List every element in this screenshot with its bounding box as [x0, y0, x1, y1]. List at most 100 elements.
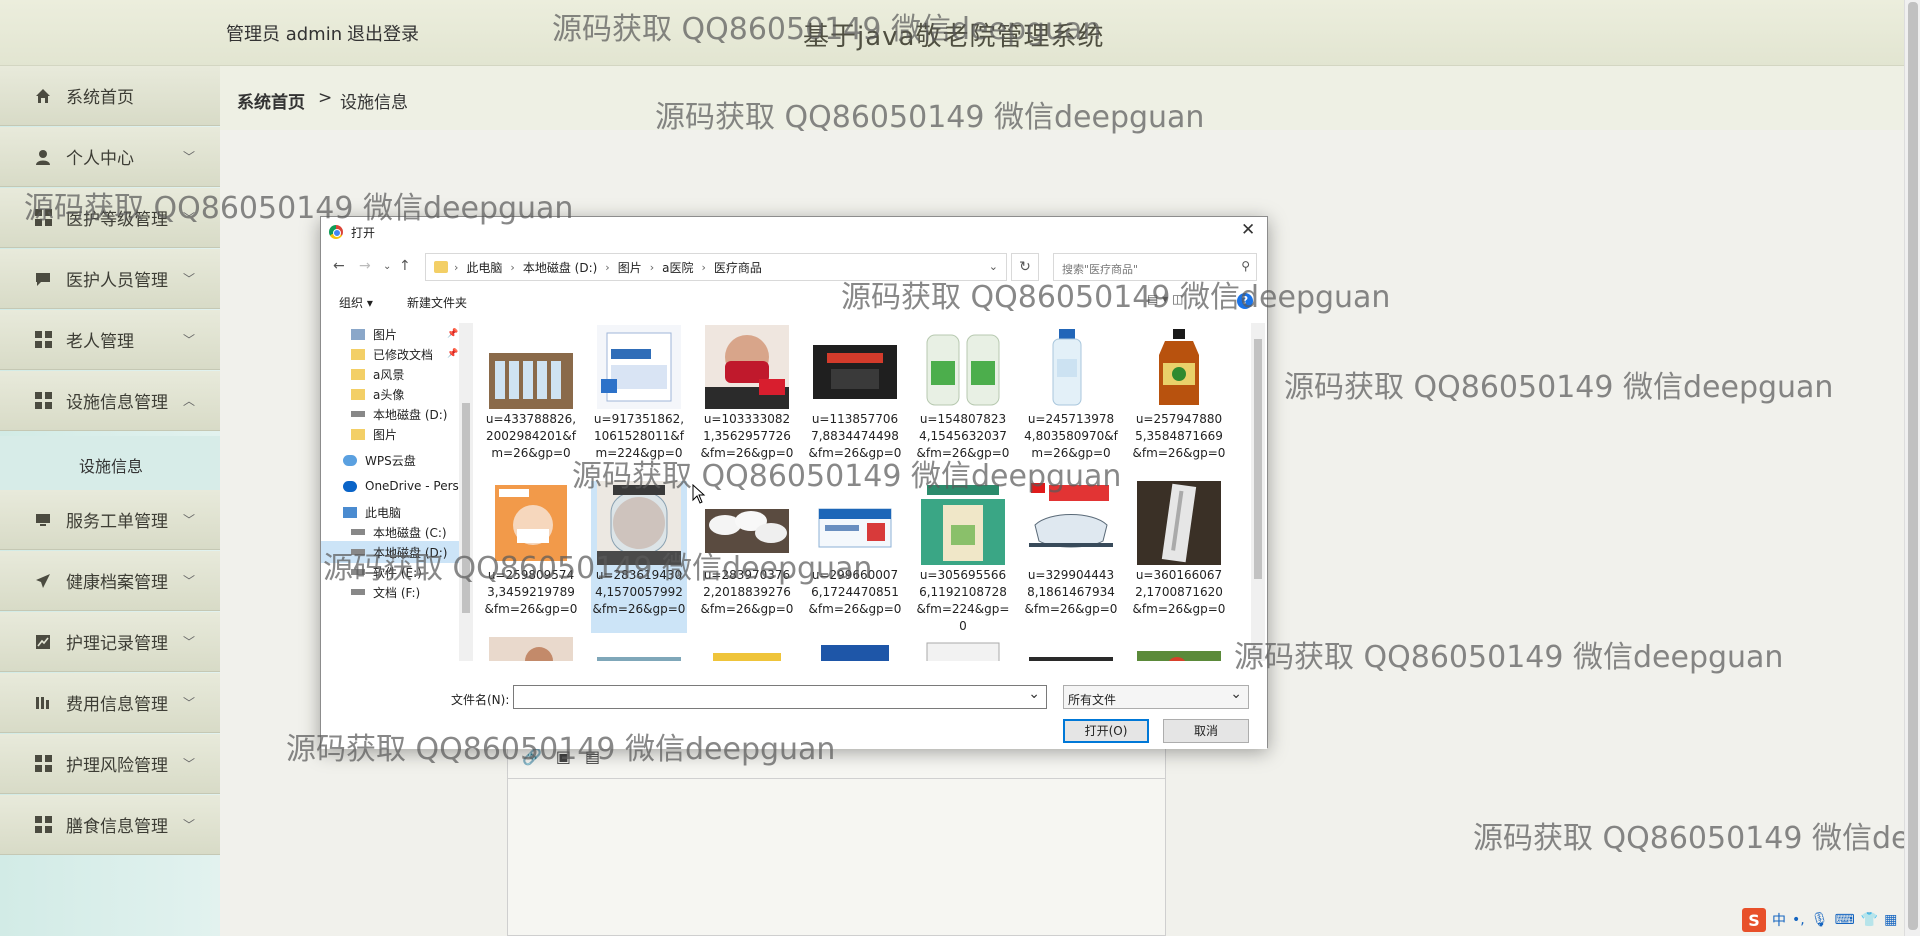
- file-item[interactable]: u=917351862,1061528011&fm=224&gp=0: [591, 325, 687, 477]
- punctuation-icon[interactable]: •,: [1792, 912, 1805, 928]
- ime-mode[interactable]: 中: [1772, 910, 1786, 930]
- logout-link[interactable]: 退出登录: [347, 20, 419, 46]
- file-thumbnail: [489, 481, 573, 565]
- path-segment[interactable]: 本地磁盘 (D:): [523, 259, 597, 276]
- nav-item-folder[interactable]: a风景: [321, 363, 461, 385]
- sidebar-item-elderly[interactable]: 老人管理 ﹀: [0, 310, 220, 370]
- file-item[interactable]: u=3601660672,1700871620&fm=26&gp=0: [1131, 481, 1227, 633]
- open-button[interactable]: 打开(O): [1063, 719, 1149, 743]
- image-icon[interactable]: ▣: [556, 747, 571, 766]
- nav-item-modified-docs[interactable]: 已修改文档 📌: [321, 343, 461, 365]
- video-icon[interactable]: ▤: [585, 747, 600, 766]
- file-item[interactable]: u=3056955666,1192108728&fm=224&gp=0: [915, 481, 1011, 633]
- search-box[interactable]: 搜索"医疗商品" ⚲: [1053, 253, 1257, 281]
- file-thumbnail: [921, 637, 1005, 661]
- nav-pane-scrollbar[interactable]: [459, 323, 473, 661]
- file-thumbnail: [705, 325, 789, 409]
- dialog-titlebar[interactable]: 打开 ✕: [321, 217, 1267, 247]
- sidebar-item-service-order[interactable]: 服务工单管理 ﹀: [0, 490, 220, 550]
- nav-item-drive-c[interactable]: 本地磁盘 (C:): [321, 521, 461, 543]
- organize-button[interactable]: 组织 ▾: [339, 294, 373, 311]
- sidebar-item-fees[interactable]: 费用信息管理 ﹀: [0, 673, 220, 733]
- file-item[interactable]: [915, 637, 1011, 661]
- sidebar-item-care-record[interactable]: 护理记录管理 ﹀: [0, 612, 220, 672]
- rich-text-editor[interactable]: 🔗 ▣ ▤: [507, 734, 1166, 936]
- grid-icon: [34, 755, 52, 773]
- sidebar-item-meals[interactable]: 膳食信息管理 ﹀: [0, 795, 220, 855]
- sidebar-item-care-risk[interactable]: 护理风险管理 ﹀: [0, 734, 220, 794]
- dialog-title: 打开: [351, 226, 376, 240]
- file-item[interactable]: u=2457139784,803580970&fm=26&gp=0: [1023, 325, 1119, 477]
- cancel-button[interactable]: 取消: [1163, 719, 1249, 743]
- nav-item-pictures[interactable]: 图片: [321, 423, 461, 445]
- file-thumbnail: [597, 325, 681, 409]
- file-item[interactable]: u=2836194304,1570057992&fm=26&gp=0: [591, 481, 687, 633]
- nav-item-this-pc[interactable]: 此电脑: [321, 501, 461, 523]
- nav-item-drive-d[interactable]: 本地磁盘 (D:): [321, 403, 461, 425]
- sidebar-subitem-facility-info[interactable]: 设施信息: [0, 436, 220, 490]
- view-options-icon[interactable]: ▤ ▾ ◫: [1147, 292, 1183, 306]
- file-thumbnail: [1029, 325, 1113, 409]
- file-item[interactable]: [807, 637, 903, 661]
- forward-arrow-icon[interactable]: →: [359, 258, 371, 274]
- file-item[interactable]: u=433788826,2002984201&fm=26&gp=0: [483, 325, 579, 477]
- refresh-button[interactable]: ↻: [1011, 253, 1039, 281]
- close-icon[interactable]: ✕: [1241, 220, 1255, 240]
- nav-item-onedrive[interactable]: OneDrive - Pers: [321, 475, 461, 497]
- microphone-icon[interactable]: 🎙: [1811, 912, 1829, 928]
- keyboard-icon[interactable]: ⌨: [1835, 912, 1855, 928]
- nav-item-drive-d[interactable]: 本地磁盘 (D:): [321, 541, 461, 563]
- path-segment[interactable]: 图片: [618, 259, 642, 276]
- sidebar-item-home[interactable]: 系统首页: [0, 66, 220, 126]
- scrollbar-thumb[interactable]: [1908, 2, 1918, 930]
- new-folder-button[interactable]: 新建文件夹: [407, 294, 467, 311]
- file-item[interactable]: u=3299044438,1861467934&fm=26&gp=0: [1023, 481, 1119, 633]
- nav-item-drive-f[interactable]: 文档 (F:): [321, 581, 461, 603]
- sidebar-item-profile[interactable]: 个人中心 ﹀: [0, 127, 220, 187]
- path-segment[interactable]: a医院: [662, 259, 693, 276]
- file-item[interactable]: [699, 637, 795, 661]
- file-item[interactable]: [483, 637, 579, 661]
- page-scrollbar[interactable]: [1904, 0, 1920, 936]
- path-segment[interactable]: 医疗商品: [714, 259, 762, 276]
- file-item[interactable]: [591, 637, 687, 661]
- sidebar-item-staff[interactable]: 医护人员管理 ﹀: [0, 249, 220, 309]
- file-item[interactable]: u=1033330821,3562957726&fm=26&gp=0: [699, 325, 795, 477]
- sidebar-item-facility[interactable]: 设施信息管理 ︿: [0, 371, 220, 431]
- file-name: u=2598095743,3459219789&fm=26&gp=0: [484, 568, 578, 616]
- nav-item-folder[interactable]: a头像: [321, 383, 461, 405]
- nav-item-drive-e[interactable]: 软件 (E:): [321, 561, 461, 583]
- file-item[interactable]: u=2996600076,1724470851&fm=26&gp=0: [807, 481, 903, 633]
- link-icon[interactable]: 🔗: [522, 747, 542, 766]
- path-segment[interactable]: 此电脑: [466, 259, 502, 276]
- address-bar[interactable]: › 此电脑 › 本地磁盘 (D:) › 图片 › a医院 › 医疗商品 ⌄: [425, 253, 1007, 281]
- monitor-icon: [34, 511, 52, 529]
- filetype-select[interactable]: 所有文件: [1063, 685, 1249, 709]
- file-item[interactable]: [1023, 637, 1119, 661]
- file-item[interactable]: u=1548078234,1545632037&fm=26&gp=0: [915, 325, 1011, 477]
- chevron-down-icon[interactable]: ⌄: [989, 260, 998, 273]
- scrollbar-thumb[interactable]: [462, 403, 470, 613]
- scrollbar-thumb[interactable]: [1254, 339, 1262, 579]
- grid-icon: [34, 392, 52, 410]
- filename-input[interactable]: [513, 685, 1047, 709]
- file-list-scrollbar[interactable]: [1251, 323, 1265, 661]
- recent-dropdown-icon[interactable]: ⌄: [383, 261, 391, 272]
- nav-item-pictures[interactable]: 图片 📌: [321, 323, 461, 345]
- file-item[interactable]: u=2579478805,3584871669&fm=26&gp=0: [1131, 325, 1227, 477]
- sidebar-item-health-record[interactable]: 健康档案管理 ﹀: [0, 551, 220, 611]
- file-item[interactable]: [1131, 637, 1227, 661]
- sidebar-item-label: 护理记录管理: [66, 634, 168, 654]
- skin-icon[interactable]: 👕: [1861, 912, 1878, 928]
- file-item[interactable]: u=1138577067,8834474498&fm=26&gp=0: [807, 325, 903, 477]
- toolbox-icon[interactable]: ▦: [1884, 912, 1897, 928]
- back-arrow-icon[interactable]: ←: [333, 258, 345, 274]
- up-arrow-icon[interactable]: ↑: [399, 258, 411, 274]
- help-icon[interactable]: ?: [1237, 293, 1253, 309]
- ime-toolbar[interactable]: S 中 •, 🎙 ⌨ 👕 ▦: [1742, 906, 1920, 934]
- file-item[interactable]: u=2598095743,3459219789&fm=26&gp=0: [483, 481, 579, 633]
- breadcrumb-home[interactable]: 系统首页: [237, 88, 305, 113]
- sidebar-item-care-level[interactable]: 医护等级管理 ﹀: [0, 188, 220, 248]
- file-item[interactable]: u=2839703762,2018839276&fm=26&gp=0: [699, 481, 795, 633]
- nav-item-wps-cloud[interactable]: WPS云盘: [321, 449, 461, 471]
